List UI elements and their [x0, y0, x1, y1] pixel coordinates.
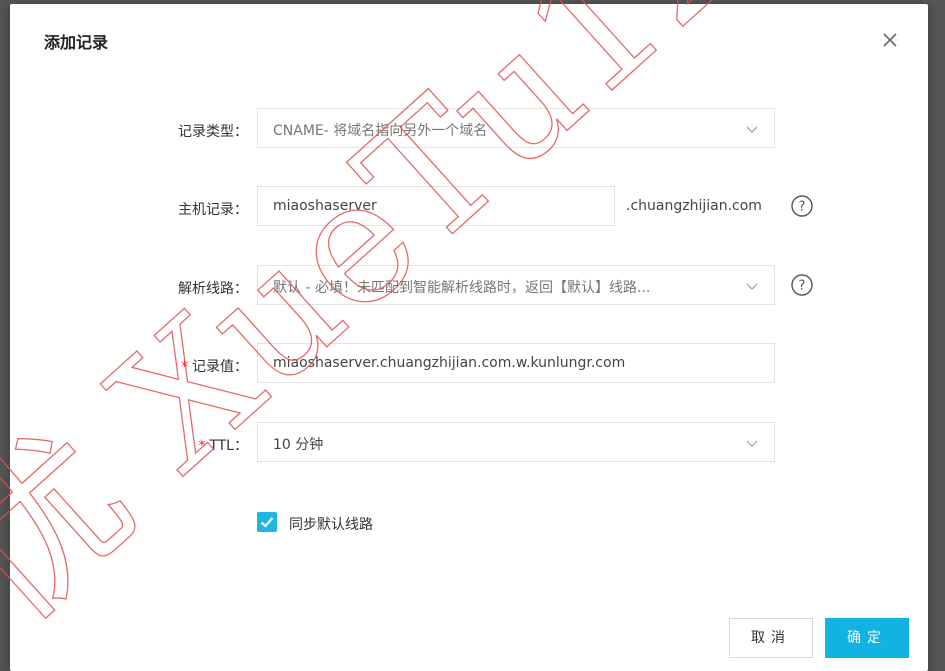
- resolve-line-row: 解析线路： 默认 - 必填！未匹配到智能解析线路时，返回【默认】线路... ?: [10, 265, 928, 311]
- ttl-value: 10 分钟: [273, 437, 324, 453]
- record-type-row: 记录类型： CNAME- 将域名指向另外一个域名: [10, 108, 928, 154]
- host-record-label: 主机记录：: [178, 202, 248, 218]
- chevron-down-icon: [746, 126, 758, 133]
- check-icon: [260, 517, 274, 528]
- record-value-row: * 记录值： miaoshaserver.chuangzhijian.com.w.…: [10, 343, 928, 389]
- confirm-button[interactable]: 确定: [825, 618, 909, 658]
- record-type-value: CNAME- 将域名指向另外一个域名: [273, 123, 488, 139]
- record-value-label: * 记录值：: [181, 356, 248, 376]
- resolve-line-label: 解析线路：: [178, 281, 248, 297]
- question-circle-icon[interactable]: ?: [790, 194, 814, 218]
- sync-default-line-row: 同步默认线路: [257, 510, 557, 534]
- dialog-title: 添加记录: [44, 33, 109, 52]
- ttl-row: * TTL： 10 分钟: [10, 422, 928, 468]
- required-mark: *: [181, 359, 188, 375]
- svg-text:?: ?: [799, 200, 806, 215]
- resolve-line-value: 默认 - 必填！未匹配到智能解析线路时，返回【默认】线路...: [273, 280, 651, 296]
- svg-text:?: ?: [799, 279, 806, 294]
- sync-default-line-label: 同步默认线路: [289, 517, 373, 533]
- host-record-row: 主机记录： miaoshaserver .chuangzhijian.com ?: [10, 186, 928, 232]
- record-value-label-text: 记录值：: [192, 359, 248, 375]
- ttl-label: * TTL：: [198, 435, 248, 455]
- required-mark: *: [198, 438, 206, 454]
- add-record-dialog: 添加记录 记录类型： CNAME- 将域名指向另外一个域名 主机记录： miao…: [10, 4, 928, 671]
- record-type-select[interactable]: CNAME- 将域名指向另外一个域名: [257, 108, 775, 148]
- domain-suffix: .chuangzhijian.com: [626, 198, 762, 214]
- question-circle-icon[interactable]: ?: [790, 273, 814, 297]
- chevron-down-icon: [746, 440, 758, 447]
- close-icon[interactable]: [876, 26, 904, 54]
- record-type-label: 记录类型：: [178, 124, 248, 140]
- host-record-input[interactable]: miaoshaserver: [257, 186, 615, 226]
- ttl-select[interactable]: 10 分钟: [257, 422, 775, 462]
- sync-default-line-checkbox[interactable]: [257, 512, 277, 532]
- resolve-line-select[interactable]: 默认 - 必填！未匹配到智能解析线路时，返回【默认】线路...: [257, 265, 775, 305]
- record-value-input[interactable]: miaoshaserver.chuangzhijian.com.w.kunlun…: [257, 343, 775, 383]
- ttl-label-text: TTL：: [209, 438, 248, 454]
- chevron-down-icon: [746, 283, 758, 290]
- cancel-button[interactable]: 取消: [729, 618, 813, 658]
